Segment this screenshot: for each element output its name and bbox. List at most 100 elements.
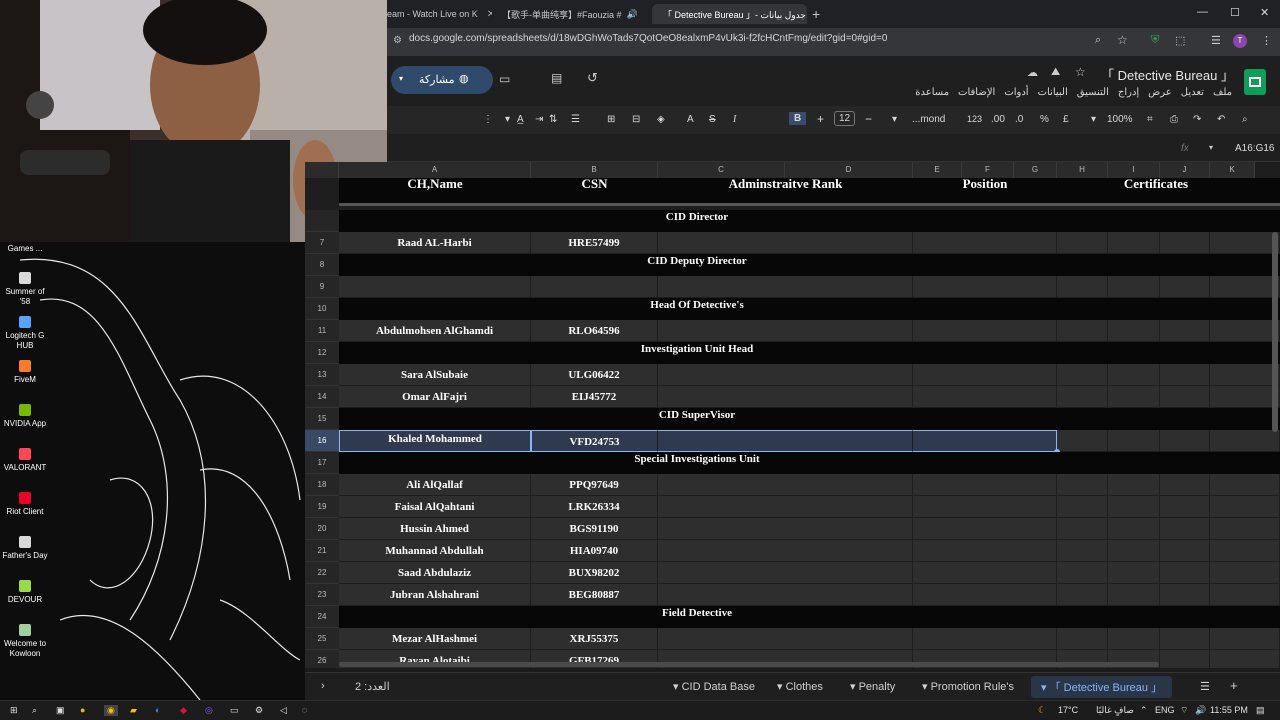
cell-csn[interactable]: HIA09740 xyxy=(531,540,658,562)
cell-empty[interactable] xyxy=(1210,474,1280,496)
desktop-icon[interactable]: Welcome to Kowloon xyxy=(0,624,50,659)
app-icon[interactable]: ● xyxy=(80,705,85,715)
menu-item[interactable]: مساعدة xyxy=(915,87,949,101)
merge-icon[interactable]: ⊞ xyxy=(607,114,615,125)
cell-empty[interactable] xyxy=(1057,628,1108,650)
new-tab-button[interactable]: + xyxy=(812,4,820,24)
cell-empty[interactable] xyxy=(658,628,913,650)
cell-empty[interactable] xyxy=(1160,496,1210,518)
cell-empty[interactable] xyxy=(1108,474,1160,496)
header-cell-position[interactable]: Position xyxy=(913,177,1057,194)
spreadsheet-grid[interactable]: A B C D E F G H I J K CH,Name CSN Adminstraitve Rank P… xyxy=(305,162,1280,668)
italic-button[interactable]: I xyxy=(733,114,736,125)
cell-empty[interactable] xyxy=(1057,584,1108,606)
percent-button[interactable]: % xyxy=(1040,114,1049,125)
row-header[interactable]: 21 xyxy=(305,540,339,562)
sheet-tab-detective-bureau[interactable]: ▾ 「 Detective Bureau 」 xyxy=(1031,676,1173,698)
font-size-increase[interactable]: + xyxy=(817,112,824,126)
desktop-icon[interactable]: VALORANT xyxy=(0,448,50,473)
row-header[interactable]: 26 xyxy=(305,650,339,668)
section-band[interactable]: CID SuperVisor xyxy=(339,408,1280,430)
row-header[interactable] xyxy=(305,210,339,232)
more-icon[interactable]: ⋮ xyxy=(483,114,493,125)
extensions-icon[interactable]: ⬚ xyxy=(1175,34,1185,47)
search-icon[interactable]: ⌕ xyxy=(32,705,37,716)
minimize-button[interactable]: — xyxy=(1197,6,1208,18)
column-header[interactable]: H xyxy=(1057,162,1108,178)
row-header[interactable]: 11 xyxy=(305,320,339,342)
desktop-icon[interactable]: NVIDIA App xyxy=(0,404,50,429)
chevron-down-icon[interactable]: ▾ xyxy=(1209,143,1213,152)
cell-name[interactable]: Mezar AlHashmei xyxy=(339,628,531,650)
section-band[interactable]: Special Investigations Unit xyxy=(339,452,1280,474)
shield-icon[interactable]: ⛨ xyxy=(1151,34,1159,47)
cell-name[interactable]: Faisal AlQahtani xyxy=(339,496,531,518)
section-band[interactable]: Field Detective xyxy=(339,606,1280,628)
name-box[interactable]: A16:G16 xyxy=(1235,143,1274,154)
fill-color-icon[interactable]: ◈ xyxy=(657,114,665,125)
cell-empty[interactable] xyxy=(1108,232,1160,254)
cell-empty[interactable] xyxy=(1210,628,1280,650)
chevron-right-icon[interactable]: › xyxy=(321,680,325,692)
cell-empty[interactable] xyxy=(1160,518,1210,540)
cell-empty[interactable] xyxy=(1160,474,1210,496)
section-band[interactable]: Investigation Unit Head xyxy=(339,342,1280,364)
cell-empty[interactable] xyxy=(1108,430,1160,452)
header-cell-rank[interactable]: Adminstraitve Rank xyxy=(658,177,913,194)
cell-empty[interactable] xyxy=(1057,430,1108,452)
cell-empty[interactable] xyxy=(1108,562,1160,584)
cell-empty[interactable] xyxy=(1160,628,1210,650)
cell-empty[interactable] xyxy=(1160,540,1210,562)
cell-empty[interactable] xyxy=(913,628,1057,650)
cell-empty[interactable] xyxy=(1160,320,1210,342)
cell-empty[interactable] xyxy=(1210,364,1280,386)
weather-text[interactable]: صافٍ غالبًا xyxy=(1096,705,1134,716)
chevron-up-icon[interactable]: ⌃ xyxy=(1140,705,1148,716)
volume-icon[interactable]: 🔊 xyxy=(1195,705,1206,716)
cell-empty[interactable] xyxy=(1210,430,1280,452)
cell-empty[interactable] xyxy=(1160,650,1210,668)
row-header[interactable]: 25 xyxy=(305,628,339,650)
cell-empty[interactable] xyxy=(1160,276,1210,298)
task-view-icon[interactable]: ▣ xyxy=(56,705,65,716)
weather-temp[interactable]: 17°C xyxy=(1058,705,1078,715)
edge-icon[interactable]: ◐ xyxy=(155,705,160,715)
cell-empty[interactable] xyxy=(1057,276,1108,298)
menu-item[interactable]: ملف xyxy=(1213,87,1232,101)
menu-item[interactable]: إدراج xyxy=(1118,87,1139,101)
cell-empty[interactable] xyxy=(1210,518,1280,540)
cell-empty[interactable] xyxy=(1108,540,1160,562)
cell-empty[interactable] xyxy=(1057,518,1108,540)
app-icon[interactable]: ◁ xyxy=(280,705,287,716)
cell-empty[interactable] xyxy=(1160,232,1210,254)
cell-empty[interactable] xyxy=(1108,364,1160,386)
row-header[interactable]: 12 xyxy=(305,342,339,364)
row-header[interactable]: 10 xyxy=(305,298,339,320)
cell-empty[interactable] xyxy=(913,474,1057,496)
add-sheet-icon[interactable]: + xyxy=(1230,678,1238,693)
zoom-select[interactable]: 100% xyxy=(1107,114,1133,125)
select-all-corner[interactable] xyxy=(305,162,339,178)
cell-empty[interactable] xyxy=(1160,562,1210,584)
header-cell-name[interactable]: CH,Name xyxy=(339,177,531,194)
cell-name[interactable]: Sara AlSubaie xyxy=(339,364,531,386)
cell-name[interactable]: Muhannad Abdullah xyxy=(339,540,531,562)
cell-empty[interactable] xyxy=(1057,474,1108,496)
desktop-icon[interactable]: DEVOUR xyxy=(0,580,50,605)
notifications-icon[interactable]: ▤ xyxy=(1256,705,1265,716)
cell-csn[interactable]: PPQ97649 xyxy=(531,474,658,496)
cell-empty[interactable] xyxy=(1210,386,1280,408)
meet-icon[interactable]: ▭ xyxy=(499,72,510,86)
app-icon[interactable]: ▭ xyxy=(230,705,239,716)
paint-format-icon[interactable]: ⌗ xyxy=(1147,114,1153,125)
cell-empty[interactable] xyxy=(1108,386,1160,408)
valign-icon[interactable]: ⇅ xyxy=(549,114,557,125)
history-icon[interactable]: ↺ xyxy=(587,70,598,86)
header-cell-certificates[interactable]: Certificates xyxy=(1057,177,1255,194)
vertical-scrollbar[interactable] xyxy=(1272,232,1278,432)
cell-empty[interactable] xyxy=(1057,540,1108,562)
close-window-button[interactable]: ✕ xyxy=(1260,6,1269,19)
wrap-icon[interactable]: ⇥ xyxy=(535,114,543,125)
column-header[interactable]: G xyxy=(1014,162,1057,178)
sheet-tab-cid-data-base[interactable]: ▾ CID Data Base xyxy=(673,680,755,693)
